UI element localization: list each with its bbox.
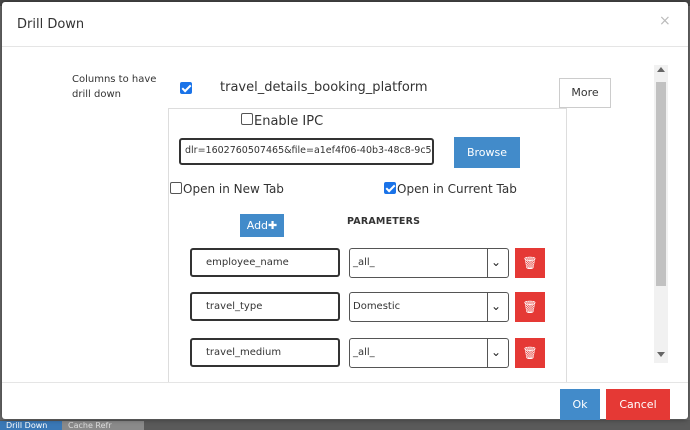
delete-parameter-button[interactable]: 🗑 bbox=[515, 248, 545, 278]
drill-url-input[interactable]: dlr=1602760507465&file=a1ef4f06-40b3-48c… bbox=[179, 138, 434, 165]
ok-button[interactable]: Ok bbox=[560, 389, 600, 420]
add-parameter-button[interactable]: Add✚ bbox=[240, 214, 284, 237]
parameter-value: _all_ bbox=[353, 347, 375, 358]
delete-parameter-button[interactable]: 🗑 bbox=[515, 338, 545, 368]
drill-down-dialog: Drill Down × Columns to have drill down … bbox=[2, 2, 688, 420]
dialog-header: Drill Down × bbox=[2, 2, 688, 47]
columns-drill-down-label: Columns to have drill down bbox=[72, 74, 157, 100]
dialog-footer: Ok Cancel bbox=[2, 382, 688, 420]
parameter-row: employee_name _all_ ⌄ 🗑 bbox=[2, 248, 688, 280]
open-current-tab-label: Open in Current Tab bbox=[397, 182, 517, 196]
backdrop-tab-cache-refresh: Cache Refr bbox=[62, 421, 144, 430]
parameter-value-select[interactable]: _all_ ⌄ bbox=[349, 338, 509, 368]
cancel-button[interactable]: Cancel bbox=[606, 389, 670, 420]
chevron-down-icon: ⌄ bbox=[491, 345, 502, 359]
parameter-name-input[interactable]: travel_medium bbox=[190, 338, 340, 367]
dialog-body: Columns to have drill down travel_detail… bbox=[2, 47, 688, 382]
select-divider bbox=[487, 249, 488, 277]
chevron-down-icon: ⌄ bbox=[491, 255, 502, 269]
open-new-tab-label: Open in New Tab bbox=[183, 182, 284, 196]
parameter-row: travel_medium _all_ ⌄ 🗑 bbox=[2, 338, 688, 370]
plus-icon: ✚ bbox=[268, 219, 278, 232]
browse-button[interactable]: Browse bbox=[454, 137, 520, 168]
scroll-down-icon[interactable] bbox=[657, 352, 665, 357]
open-new-tab-checkbox[interactable] bbox=[170, 182, 182, 194]
open-current-tab-checkbox[interactable] bbox=[384, 182, 396, 194]
dialog-title: Drill Down bbox=[17, 17, 85, 32]
trash-icon: 🗑 bbox=[522, 346, 538, 360]
parameter-value-select[interactable]: _all_ ⌄ bbox=[349, 248, 509, 278]
close-icon[interactable]: × bbox=[659, 13, 671, 29]
scrollbar-thumb[interactable] bbox=[656, 82, 666, 286]
select-divider bbox=[487, 339, 488, 367]
parameter-value: Domestic bbox=[353, 301, 401, 312]
enable-ipc-checkbox[interactable] bbox=[241, 113, 253, 125]
trash-icon: 🗑 bbox=[522, 256, 538, 270]
parameter-value-select[interactable]: Domestic ⌄ bbox=[349, 292, 509, 322]
more-button[interactable]: More bbox=[559, 78, 611, 108]
scroll-up-icon[interactable] bbox=[657, 67, 665, 72]
backdrop-tab-drill-down: Drill Down bbox=[0, 421, 70, 430]
parameter-value: _all_ bbox=[353, 257, 375, 268]
delete-parameter-button[interactable]: 🗑 bbox=[515, 292, 545, 322]
enable-ipc-label: Enable IPC bbox=[254, 114, 324, 129]
parameter-row: travel_type Domestic ⌄ 🗑 bbox=[2, 292, 688, 324]
drill-column-checkbox[interactable] bbox=[180, 82, 192, 94]
select-divider bbox=[487, 293, 488, 321]
drill-column-name: travel_details_booking_platform bbox=[220, 80, 428, 95]
chevron-down-icon: ⌄ bbox=[491, 299, 502, 313]
parameters-heading: PARAMETERS bbox=[347, 216, 421, 227]
parameter-name-input[interactable]: travel_type bbox=[190, 292, 340, 321]
parameter-name-input[interactable]: employee_name bbox=[190, 248, 340, 277]
trash-icon: 🗑 bbox=[522, 300, 538, 314]
add-button-label: Add bbox=[246, 219, 269, 232]
